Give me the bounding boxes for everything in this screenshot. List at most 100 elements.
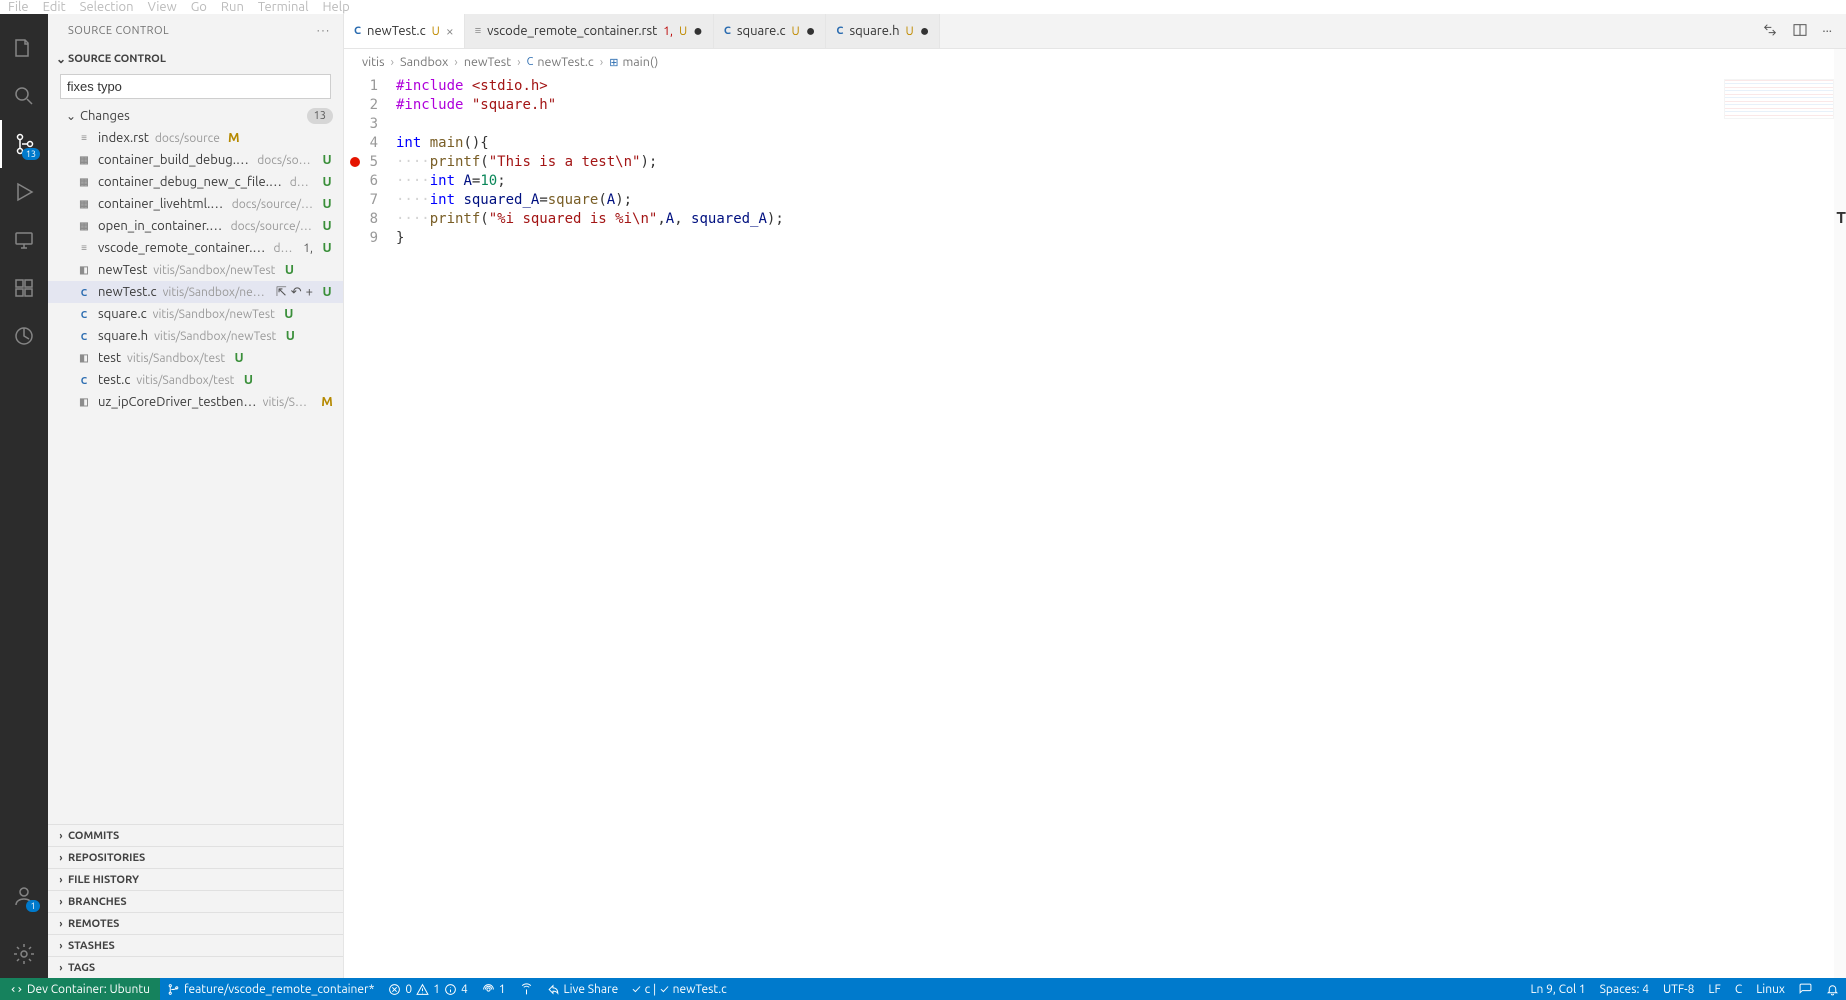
file-name: newTest.c: [98, 285, 157, 299]
change-row[interactable]: ◧newTestvitis/Sandbox/newTestU: [48, 259, 343, 281]
sidebar-more-icon[interactable]: ···: [317, 25, 331, 37]
problems-indicator[interactable]: 0 1 4: [381, 978, 474, 1000]
eol[interactable]: LF: [1701, 983, 1727, 996]
change-row[interactable]: Csquare.hvitis/Sandbox/newTestU: [48, 325, 343, 347]
scm-section-header[interactable]: ⌄ SOURCE CONTROL: [48, 48, 343, 70]
feedback-icon[interactable]: [1792, 983, 1819, 996]
change-row[interactable]: ▦container_build_debug.gifdocs/sourc...U: [48, 149, 343, 171]
split-editor-icon[interactable]: [1792, 22, 1808, 41]
cursor-position[interactable]: Ln 9, Col 1: [1523, 983, 1592, 996]
remote-indicator[interactable]: Dev Container: Ubuntu: [0, 978, 160, 1000]
file-path: vitis/Sandbox/newTest: [153, 264, 275, 277]
tab-square-c[interactable]: Csquare.cU●: [714, 14, 827, 48]
change-row[interactable]: ▦container_livehtml.gifdocs/source/ge...…: [48, 193, 343, 215]
file-icon: C: [76, 284, 92, 300]
os-indicator[interactable]: Linux: [1749, 983, 1792, 996]
tab-square-h[interactable]: Csquare.hU●: [826, 14, 940, 48]
change-row[interactable]: ▦open_in_container.gifdocs/source/gen...…: [48, 215, 343, 237]
section-remotes[interactable]: ›REMOTES: [48, 912, 343, 934]
close-icon[interactable]: ×: [446, 23, 454, 39]
code-editor[interactable]: 123456789 #include <stdio.h>#include "sq…: [344, 75, 1846, 978]
notifications-icon[interactable]: [1819, 983, 1846, 996]
indentation[interactable]: Spaces: 4: [1593, 983, 1656, 996]
compare-changes-icon[interactable]: [1762, 22, 1778, 41]
tab-newtest-c[interactable]: CnewTest.cU×: [344, 14, 465, 48]
file-path: docs/source/ge...: [232, 198, 313, 211]
file-path: vitis/Sandbox/new...: [163, 286, 270, 299]
extensions-icon[interactable]: [0, 264, 48, 312]
menu-selection[interactable]: Selection: [80, 0, 134, 14]
sidebar: SOURCE CONTROL ··· ⌄ SOURCE CONTROL ⌄ Ch…: [48, 14, 344, 978]
breadcrumb-item[interactable]: ⊞main(): [609, 55, 658, 69]
menu-go[interactable]: Go: [191, 0, 207, 14]
menu-terminal[interactable]: Terminal: [258, 0, 309, 14]
breadcrumb-item[interactable]: vitis: [362, 55, 385, 69]
source-control-icon[interactable]: 13: [0, 120, 48, 168]
tab-vscode-remote-container-rst[interactable]: ≡vscode_remote_container.rst1,U●: [465, 14, 714, 48]
file-path: vitis/Sandbox/test: [127, 352, 225, 365]
activity-bar: 13 1: [0, 14, 48, 978]
change-row[interactable]: CnewTest.c vitis/Sandbox/new... ⇱ ↶ + U: [48, 281, 343, 303]
commit-message-input[interactable]: [60, 74, 331, 99]
section-branches[interactable]: ›BRANCHES: [48, 890, 343, 912]
changes-header[interactable]: ⌄ Changes 13: [48, 105, 343, 127]
file-status: U: [319, 285, 335, 299]
branch-indicator[interactable]: feature/vscode_remote_container*: [160, 978, 381, 1000]
menu-edit[interactable]: Edit: [43, 0, 66, 14]
chevron-right-icon: ›: [54, 962, 68, 973]
run-debug-icon[interactable]: [0, 168, 48, 216]
search-icon[interactable]: [0, 72, 48, 120]
section-commits[interactable]: ›COMMITS: [48, 824, 343, 846]
build-status[interactable]: ✓c | ✓newTest.c: [625, 978, 733, 1000]
explorer-icon[interactable]: [0, 24, 48, 72]
file-icon: ≡: [76, 130, 92, 146]
menu-view[interactable]: View: [148, 0, 177, 14]
file-icon: ▦: [76, 218, 92, 234]
live-share[interactable]: Live Share: [540, 978, 626, 1000]
encoding[interactable]: UTF-8: [1656, 983, 1701, 996]
file-path: docs/source: [155, 132, 220, 145]
file-status: U: [319, 153, 335, 167]
file-status: U: [319, 241, 335, 255]
open-file-icon[interactable]: ⇱: [276, 285, 287, 300]
breadcrumb[interactable]: vitis›Sandbox›newTest›CnewTest.c›⊞main(): [344, 49, 1846, 75]
change-row[interactable]: ≡vscode_remote_container.rstdocs/...1,U: [48, 237, 343, 259]
scm-badge: 13: [22, 148, 40, 160]
file-icon: ◧: [76, 350, 92, 366]
section-tags[interactable]: ›TAGS: [48, 956, 343, 978]
change-row[interactable]: ◧uz_ipCoreDriver_testbenchvitis/Sand...M: [48, 391, 343, 413]
radio-tower-icon[interactable]: [513, 978, 540, 1000]
breadcrumb-item[interactable]: newTest: [464, 55, 511, 69]
breakpoint-icon[interactable]: [350, 157, 360, 167]
minimap[interactable]: [1724, 79, 1834, 119]
discard-icon[interactable]: ↶: [291, 285, 302, 300]
file-icon: ▦: [76, 152, 92, 168]
section-file-history[interactable]: ›FILE HISTORY: [48, 868, 343, 890]
chevron-down-icon: ⌄: [54, 52, 68, 66]
language-mode[interactable]: C: [1728, 983, 1749, 996]
change-row[interactable]: Csquare.cvitis/Sandbox/newTestU: [48, 303, 343, 325]
change-row[interactable]: ≡index.rstdocs/sourceM: [48, 127, 343, 149]
change-row[interactable]: ▦container_debug_new_c_file.gifdocs/...U: [48, 171, 343, 193]
settings-gear-icon[interactable]: [0, 930, 48, 978]
stage-icon[interactable]: +: [306, 285, 313, 300]
section-stashes[interactable]: ›STASHES: [48, 934, 343, 956]
file-icon: ≡: [76, 240, 92, 256]
file-path: vitis/Sand...: [263, 396, 313, 409]
change-row[interactable]: ◧testvitis/Sandbox/testU: [48, 347, 343, 369]
section-repositories[interactable]: ›REPOSITORIES: [48, 846, 343, 868]
ports-indicator[interactable]: 1: [475, 978, 513, 1000]
file-icon: ◧: [76, 262, 92, 278]
breadcrumb-item[interactable]: CnewTest.c: [527, 55, 594, 69]
accounts-icon[interactable]: 1: [0, 872, 48, 920]
more-actions-icon[interactable]: ···: [1822, 24, 1832, 38]
breadcrumb-item[interactable]: Sandbox: [400, 55, 448, 69]
remote-explorer-icon[interactable]: [0, 216, 48, 264]
menu-help[interactable]: Help: [322, 0, 349, 14]
gitlens-icon[interactable]: [0, 312, 48, 360]
menu-file[interactable]: File: [8, 0, 29, 14]
file-status: M: [319, 395, 335, 409]
change-row[interactable]: Ctest.cvitis/Sandbox/testU: [48, 369, 343, 391]
menu-run[interactable]: Run: [221, 0, 244, 14]
file-path: vitis/Sandbox/newTest: [153, 308, 275, 321]
